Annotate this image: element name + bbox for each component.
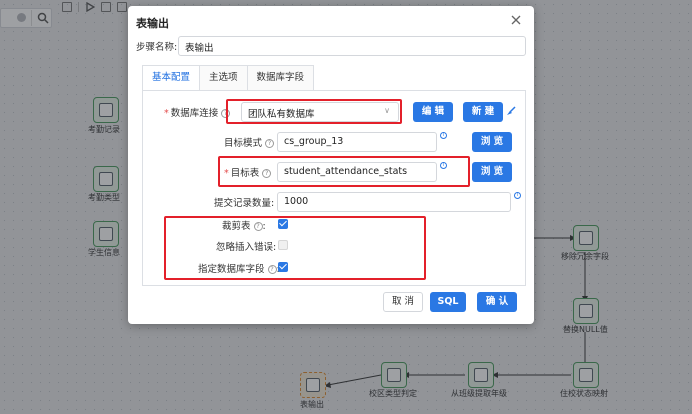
help-icon[interactable]: ? — [265, 139, 275, 148]
cancel-button[interactable]: 取 消 — [383, 292, 423, 312]
close-icon[interactable] — [510, 14, 522, 26]
table-output-dialog: 表输出 步骤名称: 表输出 基本配置 主选项 数据库字段 * 数据库连接? 团队私… — [128, 6, 534, 324]
target-schema-label: 目标模式? — [224, 135, 275, 149]
db-connection-label: * 数据库连接? — [164, 105, 231, 119]
commit-size-label: 提交记录数量: — [214, 198, 275, 209]
edit-button[interactable]: 编 辑 — [413, 102, 453, 122]
sql-button[interactable]: SQL — [430, 292, 466, 312]
tab-database-fields[interactable]: 数据库字段 — [246, 65, 315, 90]
step-name-label: 步骤名称: — [136, 42, 178, 53]
target-schema-label-text: 目标模式 — [224, 138, 263, 149]
browse-schema-button[interactable]: 浏 览 — [472, 132, 512, 152]
highlight-target-table — [218, 156, 470, 187]
step-name-input[interactable]: 表输出 — [178, 36, 526, 56]
commit-size-input[interactable]: 1000 — [277, 192, 511, 212]
new-button[interactable]: 新 建 — [463, 102, 503, 122]
browse-table-button[interactable]: 浏 览 — [472, 162, 512, 182]
confirm-button[interactable]: 确 认 — [477, 292, 517, 312]
info-icon[interactable]: i — [514, 192, 521, 199]
dialog-title: 表输出 — [136, 18, 169, 30]
tab-basic-config[interactable]: 基本配置 — [142, 65, 201, 90]
target-schema-input[interactable]: cs_group_13 — [277, 132, 437, 152]
db-connection-label-text: 数据库连接 — [170, 108, 219, 119]
info-icon[interactable]: i — [440, 132, 447, 139]
tab-main-options[interactable]: 主选项 — [199, 65, 248, 90]
highlight-db-connection — [226, 99, 402, 124]
clean-icon[interactable] — [506, 106, 516, 116]
highlight-checkbox-options — [164, 216, 426, 280]
dialog-tabs: 基本配置 主选项 数据库字段 — [142, 65, 315, 90]
required-mark: * — [164, 108, 169, 119]
